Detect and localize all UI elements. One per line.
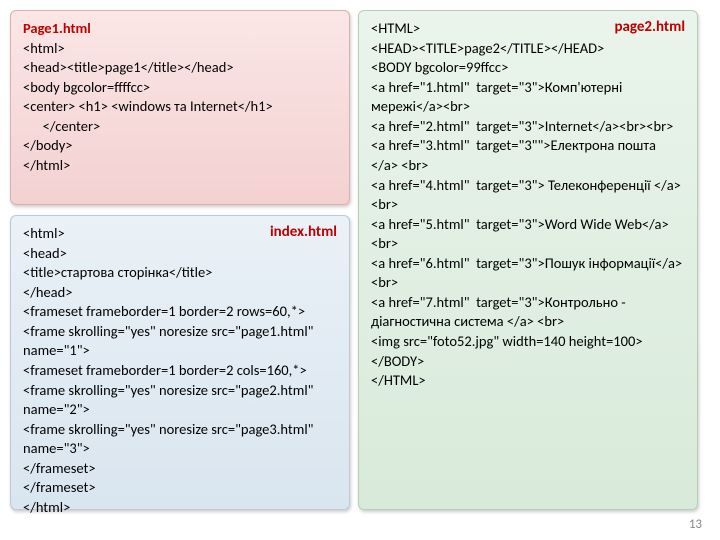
label-page1: Page1.html xyxy=(23,19,337,39)
code-page2: <HTML> <HEAD><TITLE>page2</TITLE></HEAD>… xyxy=(371,19,685,391)
code-page1: <html> <head><title>page1</title></head>… xyxy=(23,39,337,176)
code-box-index: index.html <html> <head> <title>стартова… xyxy=(10,215,350,510)
slide: Page1.html <html> <head><title>page1</ti… xyxy=(10,10,710,510)
left-column: Page1.html <html> <head><title>page1</ti… xyxy=(10,10,350,510)
label-index: index.html xyxy=(270,222,337,242)
page-number: 13 xyxy=(689,517,702,532)
label-page2: page2.html xyxy=(614,17,685,37)
code-box-page2: page2.html <HTML> <HEAD><TITLE>page2</TI… xyxy=(358,10,698,510)
right-column: page2.html <HTML> <HEAD><TITLE>page2</TI… xyxy=(358,10,698,510)
code-box-page1: Page1.html <html> <head><title>page1</ti… xyxy=(10,10,350,205)
code-index: <html> <head> <title>стартова сторінка</… xyxy=(23,224,337,517)
